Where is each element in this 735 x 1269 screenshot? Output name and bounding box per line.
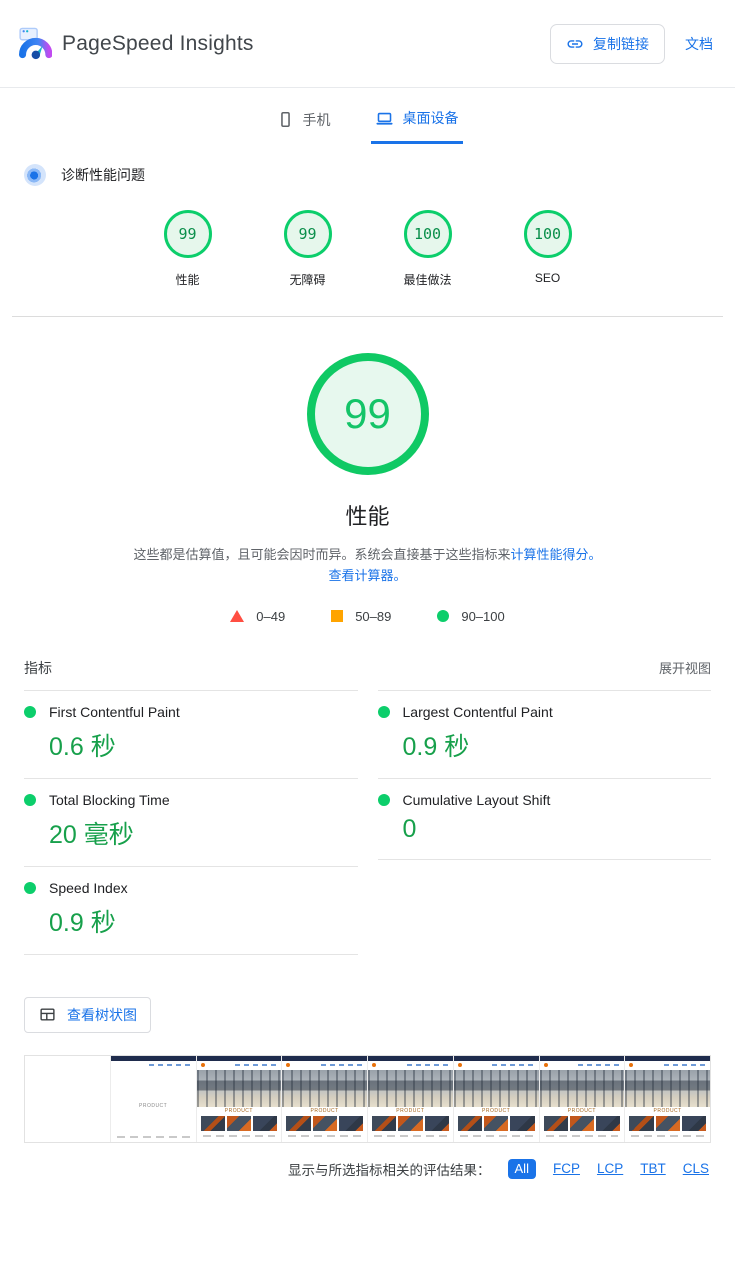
legend-range: 50–89 xyxy=(355,609,391,624)
score-legend: 0–49 50–89 90–100 xyxy=(0,609,735,624)
score-circle: 99 xyxy=(284,210,332,258)
metrics-left-column: First Contentful Paint 0.6 秒 Total Block… xyxy=(24,690,358,955)
metric-value: 0.9 秒 xyxy=(49,903,358,939)
tab-mobile[interactable]: 手机 xyxy=(273,102,335,144)
app-header: PageSpeed Insights 复制链接 文档 xyxy=(0,0,735,88)
copy-link-label: 复制链接 xyxy=(593,34,649,54)
filmstrip-frame: PRODUCT xyxy=(368,1056,454,1142)
diagnose-label: 诊断性能问题 xyxy=(61,165,145,185)
filmstrip-frame: PRODUCT xyxy=(197,1056,283,1142)
green-dot-icon xyxy=(24,794,36,806)
green-dot-icon xyxy=(24,882,36,894)
green-dot-icon xyxy=(378,794,390,806)
score-label: 无障碍 xyxy=(289,271,325,288)
filter-cls-link[interactable]: CLS xyxy=(683,1161,709,1176)
metric-value: 20 毫秒 xyxy=(49,815,358,851)
score-circle: 100 xyxy=(524,210,572,258)
score-performance[interactable]: 99 性能 xyxy=(150,210,226,288)
green-circle-icon xyxy=(437,610,449,622)
desc-text: 这些都是估算值，且可能会因时而异。系统会直接基于这些指标来 xyxy=(133,547,510,562)
metric-cls: Cumulative Layout Shift 0 xyxy=(378,778,712,860)
gauge-description: 这些都是估算值，且可能会因时而异。系统会直接基于这些指标来计算性能得分。 查看计… xyxy=(131,544,605,587)
red-triangle-icon xyxy=(230,610,244,622)
tab-desktop-label: 桌面设备 xyxy=(403,108,459,128)
device-tabs: 手机 桌面设备 xyxy=(0,88,735,144)
filmstrip-frame: PRODUCT xyxy=(454,1056,540,1142)
metric-name: Cumulative Layout Shift xyxy=(403,792,551,808)
gauge-label: 性能 xyxy=(0,499,735,531)
analyze-row: 诊断性能问题 xyxy=(0,144,735,192)
legend-range: 0–49 xyxy=(256,609,285,624)
score-best-practices[interactable]: 100 最佳做法 xyxy=(390,210,466,288)
score-label: 性能 xyxy=(175,271,199,288)
expand-view-link[interactable]: 展开视图 xyxy=(659,658,711,677)
legend-good: 90–100 xyxy=(437,609,504,624)
green-dot-icon xyxy=(24,706,36,718)
legend-average: 50–89 xyxy=(331,609,391,624)
tab-mobile-label: 手机 xyxy=(303,110,331,130)
copy-link-button[interactable]: 复制链接 xyxy=(550,24,665,64)
metric-name: First Contentful Paint xyxy=(49,704,180,720)
score-label: 最佳做法 xyxy=(403,271,451,288)
score-summary: 99 性能 99 无障碍 100 最佳做法 100 SEO xyxy=(0,192,735,296)
score-label: SEO xyxy=(535,271,560,285)
metric-name: Largest Contentful Paint xyxy=(403,704,553,720)
metric-si: Speed Index 0.9 秒 xyxy=(24,866,358,955)
filter-tbt-link[interactable]: TBT xyxy=(640,1161,666,1176)
filmstrip-frame: PRODUCT xyxy=(625,1056,710,1142)
desktop-icon xyxy=(375,110,394,127)
green-dot-icon xyxy=(378,706,390,718)
filmstrip-frame: PRODUCT xyxy=(282,1056,368,1142)
page-title: PageSpeed Insights xyxy=(62,32,254,56)
metric-value: 0.9 秒 xyxy=(403,727,712,763)
score-circle: 99 xyxy=(164,210,212,258)
score-seo[interactable]: 100 SEO xyxy=(510,210,586,288)
score-circle: 100 xyxy=(404,210,452,258)
docs-link[interactable]: 文档 xyxy=(685,34,713,54)
metric-name: Speed Index xyxy=(49,880,128,896)
filmstrip-frame: PRODUCT xyxy=(111,1056,197,1142)
calc-score-link[interactable]: 计算性能得分。 xyxy=(511,547,602,562)
metric-fcp: First Contentful Paint 0.6 秒 xyxy=(24,690,358,778)
metrics-title: 指标 xyxy=(24,658,52,678)
metrics-right-column: Largest Contentful Paint 0.9 秒 Cumulativ… xyxy=(378,690,712,955)
metric-tbt: Total Blocking Time 20 毫秒 xyxy=(24,778,358,866)
score-accessibility[interactable]: 99 无障碍 xyxy=(270,210,346,288)
metric-value: 0 xyxy=(403,815,712,844)
treemap-label: 查看树状图 xyxy=(67,1005,137,1025)
gauge-score: 99 xyxy=(344,390,391,438)
metric-lcp: Largest Contentful Paint 0.9 秒 xyxy=(378,690,712,778)
metric-value: 0.6 秒 xyxy=(49,727,358,763)
orange-square-icon xyxy=(331,610,343,622)
filter-label: 显示与所选指标相关的评估结果： xyxy=(288,1159,491,1179)
filmstrip: PRODUCT PRODUCT PRODUCT PRODUCT PRODUCT xyxy=(24,1055,711,1143)
diagnose-radio-icon[interactable] xyxy=(24,164,46,186)
brand[interactable]: PageSpeed Insights xyxy=(18,27,254,61)
tab-desktop[interactable]: 桌面设备 xyxy=(371,102,463,144)
view-treemap-button[interactable]: 查看树状图 xyxy=(24,997,151,1033)
metric-name: Total Blocking Time xyxy=(49,792,170,808)
view-calculator-link[interactable]: 查看计算器。 xyxy=(328,568,406,583)
filter-all-chip[interactable]: All xyxy=(508,1159,536,1179)
filmstrip-frame: PRODUCT xyxy=(540,1056,626,1142)
legend-range: 90–100 xyxy=(461,609,504,624)
treemap-icon xyxy=(38,1006,57,1023)
legend-poor: 0–49 xyxy=(230,609,285,624)
link-icon xyxy=(566,35,584,53)
bottom-whitespace xyxy=(0,1179,735,1269)
filter-lcp-link[interactable]: LCP xyxy=(597,1161,623,1176)
filmstrip-frame xyxy=(25,1056,111,1142)
filter-fcp-link[interactable]: FCP xyxy=(553,1161,580,1176)
metrics-section: 指标 展开视图 First Contentful Paint 0.6 秒 Tot… xyxy=(0,658,735,955)
performance-gauge-section: 99 性能 这些都是估算值，且可能会因时而异。系统会直接基于这些指标来计算性能得… xyxy=(0,317,735,624)
metric-filter-row: 显示与所选指标相关的评估结果： All FCP LCP TBT CLS xyxy=(26,1159,709,1179)
phone-icon xyxy=(277,111,294,128)
performance-gauge: 99 xyxy=(307,353,429,475)
pagespeed-logo-icon xyxy=(18,27,52,61)
